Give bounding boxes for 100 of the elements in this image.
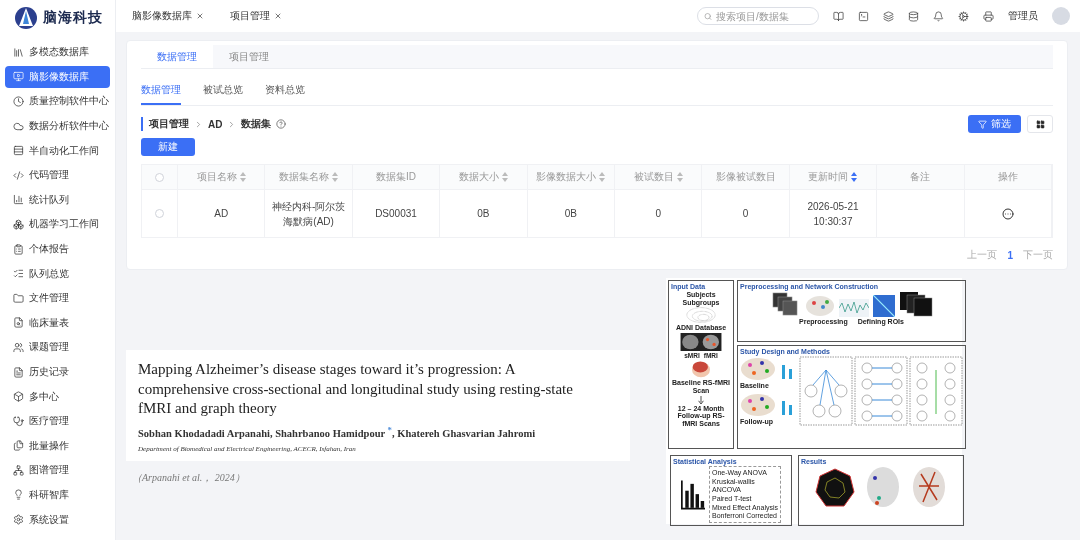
- terminal-icon[interactable]: [858, 10, 869, 22]
- head-drawing: [690, 360, 712, 379]
- file-search-icon: [13, 317, 24, 329]
- sidebar-item[interactable]: 机器学习工作间: [5, 213, 110, 236]
- clock-icon: [13, 96, 24, 107]
- sidebar-item[interactable]: 半自动化工作间: [5, 139, 110, 162]
- threshold-maps-drawing: [898, 291, 933, 317]
- sidebar-item[interactable]: 脑影像数据库: [5, 65, 110, 88]
- breadcrumb-item[interactable]: AD: [208, 118, 223, 130]
- table-cell-text: AD: [214, 207, 229, 221]
- close-icon[interactable]: [196, 12, 204, 20]
- sidebar-item[interactable]: 科研智库: [5, 484, 110, 506]
- boxes-icon: [13, 218, 24, 230]
- monitor-icon: [13, 71, 24, 83]
- sidebar-item[interactable]: 批量操作: [5, 434, 110, 457]
- code-icon: [13, 169, 24, 181]
- sidebar-item[interactable]: 医疗管理: [5, 410, 110, 433]
- user-name[interactable]: 管理员: [1008, 9, 1038, 23]
- cloud-icon: [13, 120, 24, 132]
- table-cell-text: DS00031: [375, 207, 417, 221]
- sidebar-item[interactable]: 数据分析软件中心: [5, 115, 110, 138]
- sidebar-item[interactable]: 统计队列: [5, 188, 110, 211]
- lightbulb-icon: [13, 489, 24, 501]
- scan-stack-drawing: [770, 291, 801, 317]
- clipboard-icon: [13, 243, 24, 255]
- sidebar-item[interactable]: 图谱管理: [5, 459, 110, 482]
- radar-chart-drawing: [815, 468, 855, 508]
- table-cell-text: 0B: [477, 207, 490, 221]
- brain-network-drawing: [804, 295, 835, 317]
- logo-icon: [12, 6, 39, 30]
- sub-tab[interactable]: 被试总览: [203, 79, 243, 105]
- sidebar-item[interactable]: 多中心: [5, 385, 110, 408]
- page-number[interactable]: 1: [1007, 249, 1013, 261]
- down-arrow-icon: [698, 395, 704, 404]
- logo-text: 脑海科技: [42, 9, 103, 27]
- stethoscope-icon: [13, 415, 24, 427]
- sidebar-item[interactable]: 个体报告: [5, 238, 110, 261]
- column-header: 操作: [997, 170, 1018, 184]
- sidebar-item[interactable]: 文件管理: [5, 287, 110, 310]
- sidebar-item[interactable]: 临床量表: [5, 311, 110, 334]
- bell-icon[interactable]: [933, 10, 944, 22]
- page-tab[interactable]: 数据管理: [141, 45, 213, 68]
- paper-authors: Sobhan Khodadadi Arpanahi, Shahrbanoo Hamidpour $^{*}$, Khatereh Ghasvarian Jahromi: [138, 424, 537, 439]
- rows-icon: [13, 145, 24, 157]
- sidebar-item[interactable]: 队列总览: [5, 262, 110, 285]
- table-cell-text: 神经内科-阿尔茨海默病(AD): [271, 199, 346, 229]
- sidebar-item[interactable]: 代码管理: [5, 164, 110, 187]
- settings-icon: [13, 514, 24, 526]
- checklist-icon: [13, 268, 24, 280]
- open-tab[interactable]: 脑影像数据库: [126, 9, 210, 23]
- table-cell-text: 0B: [564, 207, 577, 221]
- open-tab[interactable]: 项目管理: [224, 9, 288, 23]
- network-icon: [13, 464, 24, 476]
- settings-icon[interactable]: [958, 10, 969, 22]
- document-icon: [13, 366, 24, 378]
- printer-icon[interactable]: [983, 10, 994, 22]
- close-icon[interactable]: [274, 12, 282, 20]
- sub-tab[interactable]: 资料总览: [265, 79, 305, 105]
- select-all-checkbox[interactable]: [155, 172, 164, 182]
- help-icon[interactable]: [276, 119, 287, 129]
- cube-icon: [13, 391, 24, 403]
- sidebar-item[interactable]: 系统设置: [5, 508, 110, 531]
- brain-map-drawing: [865, 466, 901, 508]
- column-header: 数据集ID: [376, 170, 416, 184]
- book-icon[interactable]: [833, 10, 844, 22]
- sub-tab[interactable]: 数据管理: [141, 79, 181, 105]
- sort-icon[interactable]: [851, 172, 858, 182]
- bar-chart-icon: [13, 194, 24, 206]
- database-icon[interactable]: [908, 10, 919, 22]
- connectivity-drawing: [911, 466, 947, 508]
- users-icon: [13, 341, 24, 353]
- breadcrumb-item: 数据集: [241, 117, 272, 131]
- table-cell-text: 2026-05-21 10:30:37: [806, 199, 860, 229]
- sidebar-item[interactable]: 历史记录: [5, 361, 110, 383]
- grid-view-button[interactable]: [1027, 115, 1053, 133]
- table-cell-text: 0: [742, 207, 749, 221]
- breadcrumb-item[interactable]: 项目管理: [149, 117, 189, 131]
- citation: （Arpanahi et al.， 2024）: [132, 471, 246, 485]
- paper-title: Mapping Alzheimer’s disease stages toward it’s progression: A comprehensive cross-sectional and longitudinal study using resting-state fMRI and graph theory: [138, 360, 574, 418]
- sidebar-item[interactable]: 课题管理: [5, 336, 110, 359]
- library-icon: [13, 46, 24, 58]
- files-icon: [13, 440, 24, 452]
- table-cell-text: 0: [655, 207, 661, 221]
- folder-icon: [13, 292, 24, 304]
- column-header: 备注: [910, 170, 931, 184]
- layers-icon[interactable]: [883, 10, 894, 22]
- more-icon[interactable]: [1001, 207, 1014, 220]
- matrix-drawing: [872, 295, 895, 317]
- bar-chart-drawing: [681, 478, 705, 511]
- filter-icon: [978, 119, 987, 129]
- sidebar-item[interactable]: 多模态数据库: [5, 41, 110, 64]
- time-series-drawing: [838, 299, 869, 317]
- filter-button[interactable]: 筛选: [968, 115, 1021, 133]
- new-button[interactable]: 新建: [141, 138, 195, 156]
- page-tab[interactable]: 项目管理: [213, 45, 285, 68]
- sidebar-item[interactable]: 质量控制软件中心: [5, 90, 110, 113]
- chevron-icon: [194, 119, 203, 129]
- search-icon: [704, 11, 712, 21]
- column-header: 影像被试数目: [715, 170, 776, 184]
- row-checkbox[interactable]: [155, 209, 164, 218]
